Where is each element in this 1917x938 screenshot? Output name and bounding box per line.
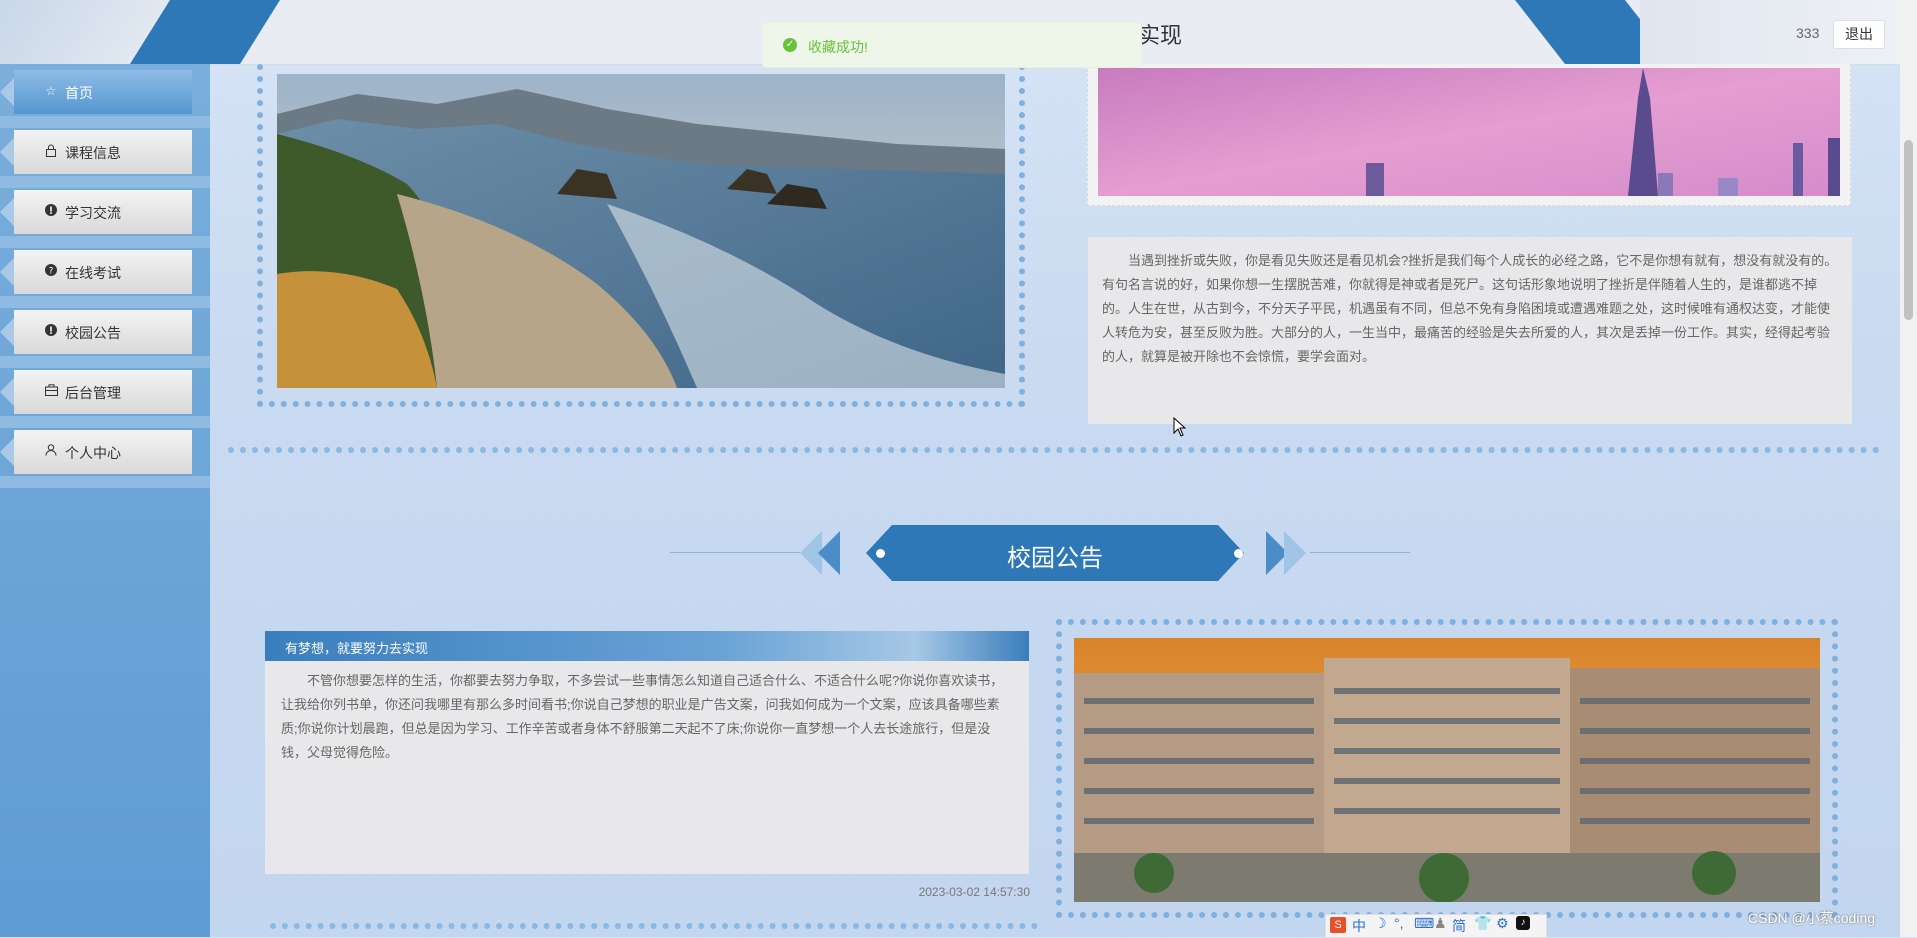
tiktok-icon[interactable]: ♪ xyxy=(1516,916,1530,930)
gear-icon[interactable]: ⚙ xyxy=(1496,915,1509,932)
coast-photo[interactable] xyxy=(277,74,1005,388)
sidebar-item-label: 个人中心 xyxy=(65,445,121,461)
intro-text-panel: 当遇到挫折或失败，你是看见失败还是看见机会?挫折是我们每个人成长的必经之路，它不… xyxy=(1088,237,1852,424)
sidebar-item-profile[interactable]: 个人中心 xyxy=(0,430,192,474)
sogou-logo-icon[interactable]: S xyxy=(1330,917,1346,933)
ime-toolbar[interactable]: S 中 ☽ °, ⌨ ♟ 简 👕 ⚙ ♪ xyxy=(1325,914,1547,938)
sidebar-item-label: 课程信息 xyxy=(65,145,121,161)
sidebar-item-label: 后台管理 xyxy=(65,385,121,401)
notice-card-header: 有梦想，就要努力去实现 xyxy=(265,631,1029,661)
city-photo[interactable] xyxy=(1098,68,1840,196)
notice-body: 不管你想要怎样的生活，你都要去努力争取，不多尝试一些事情怎么知道自己适合什么、不… xyxy=(281,673,1004,760)
sidebar-item-notice[interactable]: 校园公告 xyxy=(0,310,192,354)
title-line-left xyxy=(670,552,800,553)
moon-icon[interactable]: ☽ xyxy=(1374,915,1387,932)
sidebar-item-exam[interactable]: ? 在线考试 xyxy=(0,250,192,294)
notice-headline[interactable]: 有梦想，就要努力去实现 xyxy=(285,638,428,657)
info-icon xyxy=(44,204,58,218)
page-title: 实现 xyxy=(1138,23,1183,48)
success-toast: ✓ 收藏成功! xyxy=(762,22,1142,68)
star-icon: ☆ xyxy=(45,84,57,98)
sidebar-item-home[interactable]: ☆ 首页 xyxy=(0,70,192,114)
scrollbar-thumb[interactable] xyxy=(1904,140,1913,320)
info-icon xyxy=(44,324,58,338)
sidebar-item-courses[interactable]: 课程信息 xyxy=(0,130,192,174)
username-label: 333 xyxy=(1796,25,1820,41)
sidebar-divider xyxy=(0,476,210,488)
question-icon: ? xyxy=(44,264,58,278)
mouse-cursor-icon xyxy=(1173,417,1187,437)
notice-card[interactable]: 有梦想，就要努力去实现 不管你想要怎样的生活，你都要去努力争取，不多尝试一些事情… xyxy=(265,631,1029,874)
sidebar-item-label: 学习交流 xyxy=(65,205,121,221)
sidebar-divider xyxy=(0,176,210,188)
lock-icon xyxy=(44,144,58,158)
section-divider xyxy=(228,447,1880,453)
sidebar-divider xyxy=(0,236,210,248)
sidebar-item-label: 在线考试 xyxy=(65,265,121,281)
toast-message: 收藏成功! xyxy=(808,39,868,55)
sidebar-item-forum[interactable]: 学习交流 xyxy=(0,190,192,234)
ime-simplified-mode[interactable]: 简 xyxy=(1452,916,1466,936)
user-icon[interactable]: ♟ xyxy=(1434,915,1447,932)
briefcase-icon xyxy=(44,384,58,398)
sidebar-divider xyxy=(0,116,210,128)
sidebar-divider xyxy=(0,356,210,368)
sidebar-item-label: 首页 xyxy=(65,85,93,101)
check-circle-icon: ✓ xyxy=(783,38,797,52)
notice-section-header: 校园公告 xyxy=(670,525,1410,581)
punctuation-icon[interactable]: °, xyxy=(1394,915,1404,931)
ime-chinese-mode[interactable]: 中 xyxy=(1352,916,1366,936)
svg-text:?: ? xyxy=(49,267,54,277)
campus-photo[interactable] xyxy=(1074,638,1820,902)
skin-icon[interactable]: 👕 xyxy=(1474,915,1491,932)
section-title: 校园公告 xyxy=(1007,545,1103,572)
intro-paragraph: 当遇到挫折或失败，你是看见失败还是看见机会?挫折是我们每个人成长的必经之路，它不… xyxy=(1102,253,1838,364)
title-line-right xyxy=(1310,552,1410,553)
logout-button[interactable]: 退出 xyxy=(1833,20,1885,49)
sidebar-item-admin[interactable]: 后台管理 xyxy=(0,370,192,414)
notice-date: 2023-03-02 14:57:30 xyxy=(918,885,1030,899)
watermark-text: CSDN @小蔡coding xyxy=(1748,910,1876,926)
keyboard-icon[interactable]: ⌨ xyxy=(1414,915,1434,932)
sidebar: ☆ 首页 课程信息 学习交流 ? 在线考试 校园公告 后台管理 个人中心 xyxy=(0,64,210,937)
page-scrollbar[interactable] xyxy=(1900,0,1917,937)
sidebar-divider xyxy=(0,416,210,428)
section-divider xyxy=(270,923,1038,929)
sidebar-divider xyxy=(0,296,210,308)
user-icon xyxy=(44,444,58,458)
sidebar-item-label: 校园公告 xyxy=(65,325,121,341)
